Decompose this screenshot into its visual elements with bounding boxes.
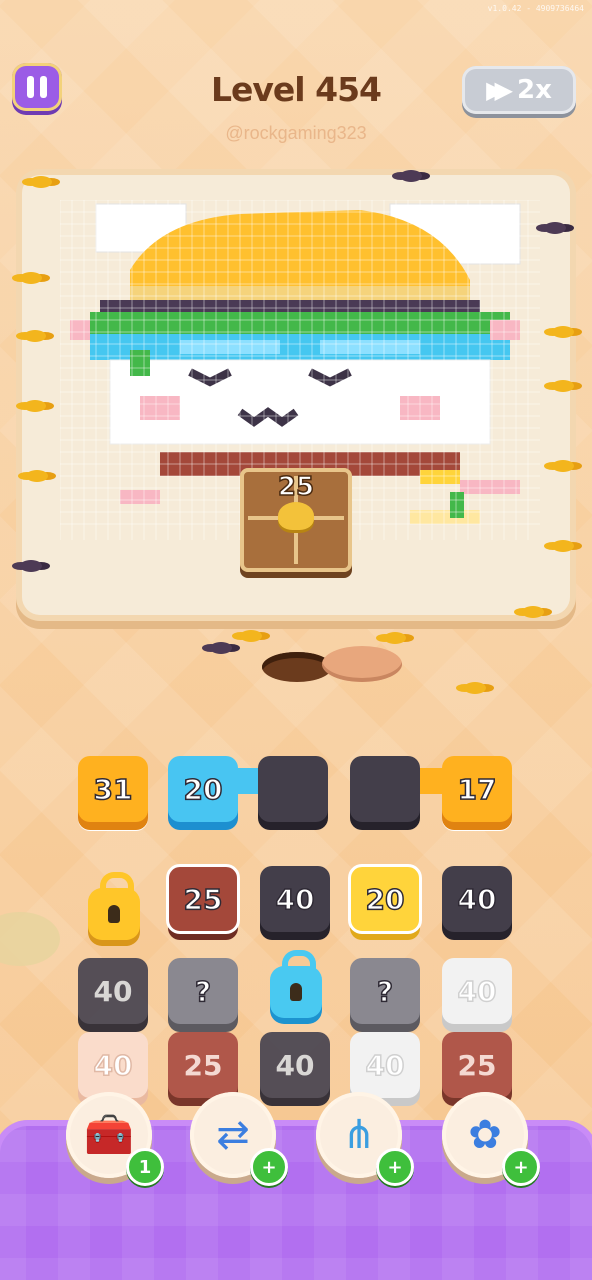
version-label: v1.0.42 - 4909736464	[487, 4, 584, 13]
queue-tile[interactable]: 31	[78, 756, 148, 822]
ant-sprite	[210, 642, 232, 654]
mystery-tile[interactable]: ?	[168, 958, 238, 1024]
ant-sprite	[544, 222, 566, 234]
ant-sprite	[24, 400, 46, 412]
fast-forward-icon: ▶▶	[486, 76, 513, 104]
ant-sprite	[552, 540, 574, 552]
ant-sprite	[240, 630, 262, 642]
ant-sprite	[522, 606, 544, 618]
ant-sprite	[552, 460, 574, 472]
ant-sprite	[552, 380, 574, 392]
crate-count: 25	[277, 471, 315, 503]
leaf-decoration	[0, 912, 60, 966]
grid-tile[interactable]: 40	[350, 1032, 420, 1098]
grid-tile[interactable]: 40	[442, 866, 512, 932]
ant-sprite	[464, 682, 486, 694]
creator-watermark: @rockgaming323	[225, 123, 367, 143]
ant-sprite	[24, 330, 46, 342]
booster-count-badge: 1	[126, 1148, 164, 1186]
ant-sprite	[26, 470, 48, 482]
speed-label: 2x	[517, 75, 552, 105]
crate-plus-icon: 🧰	[84, 1112, 134, 1158]
grid-tile[interactable]: 25	[442, 1032, 512, 1098]
ant-sprite	[20, 272, 42, 284]
add-slot-booster-button[interactable]: 🧰 1	[66, 1092, 164, 1186]
flower-icon: ✿	[468, 1112, 502, 1158]
shuffle-booster-button[interactable]: ⇄ +	[190, 1092, 288, 1186]
grid-tile[interactable]: 40	[260, 866, 330, 932]
ant-hole	[262, 652, 332, 682]
shuffle-arrows-icon: ⇄	[216, 1112, 250, 1158]
booster-add-badge: +	[376, 1148, 414, 1186]
cookie-icon	[322, 646, 402, 682]
game-screen: v1.0.42 - 4909736464 Level 454 @rockgami…	[0, 0, 592, 1280]
gold-lock-icon	[88, 872, 140, 940]
booster-add-badge: +	[502, 1148, 540, 1186]
magnet-booster-button[interactable]: ⋔ +	[316, 1092, 414, 1186]
magnet-claw-icon: ⋔	[342, 1112, 376, 1158]
keyhole-icon	[108, 905, 120, 923]
mystery-tile[interactable]: ?	[350, 958, 420, 1024]
crate-knob-icon	[278, 502, 314, 530]
ant-sprite	[552, 326, 574, 338]
speed-button[interactable]: ▶▶ 2x	[462, 66, 576, 114]
keyhole-icon	[290, 983, 302, 1001]
queue-tile-empty[interactable]	[350, 756, 420, 822]
ant-sprite	[400, 170, 422, 182]
grid-tile[interactable]: 40	[78, 1032, 148, 1098]
ant-sprite	[384, 632, 406, 644]
flower-booster-button[interactable]: ✿ +	[442, 1092, 540, 1186]
grid-tile[interactable]: 40	[78, 958, 148, 1024]
grid-tile[interactable]: 25	[166, 864, 240, 934]
queue-tile[interactable]: 20	[168, 756, 238, 822]
queue-tile[interactable]: 17	[442, 756, 512, 822]
booster-add-badge: +	[250, 1148, 288, 1186]
ant-sprite	[30, 176, 52, 188]
grid-tile[interactable]: 40	[442, 958, 512, 1024]
cyan-lock-icon	[270, 950, 322, 1018]
ant-sprite	[20, 560, 42, 572]
grid-tile[interactable]: 20	[348, 864, 422, 934]
grid-tile[interactable]: 25	[168, 1032, 238, 1098]
queue-tile-empty[interactable]	[258, 756, 328, 822]
grid-tile[interactable]: 40	[260, 1032, 330, 1098]
